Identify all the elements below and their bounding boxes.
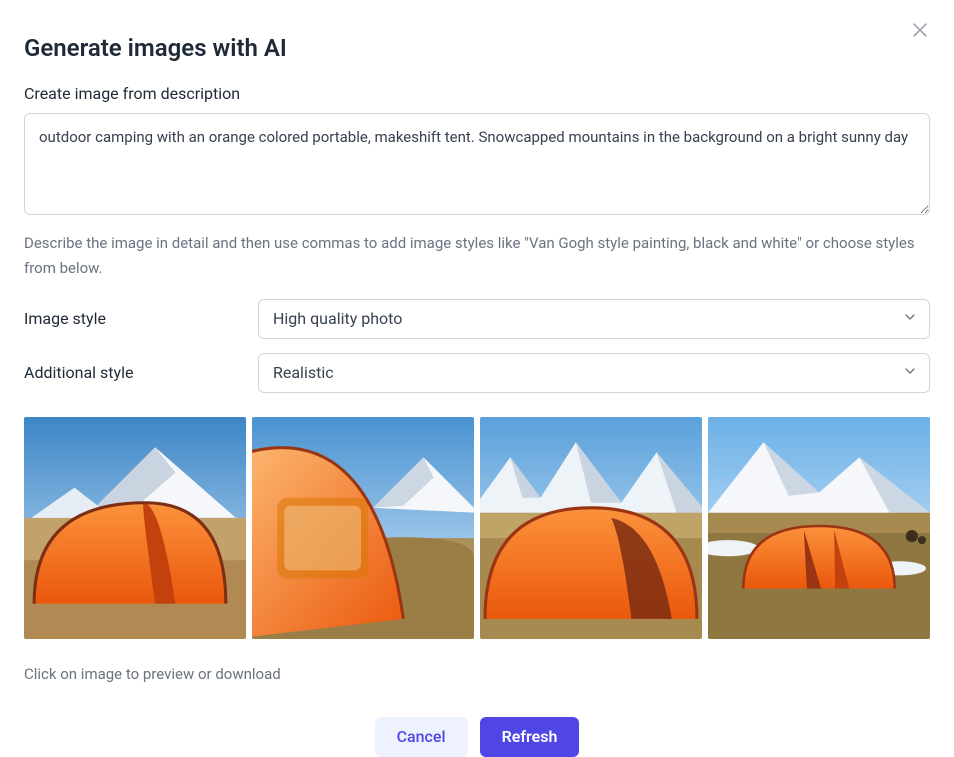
image-style-value: High quality photo xyxy=(273,309,402,328)
refresh-button[interactable]: Refresh xyxy=(480,717,580,757)
additional-style-select[interactable]: Realistic xyxy=(258,353,930,393)
additional-style-label: Additional style xyxy=(24,363,234,382)
image-style-label: Image style xyxy=(24,309,234,328)
generated-image[interactable] xyxy=(708,417,930,639)
dialog-title: Generate images with AI xyxy=(24,34,930,62)
generated-images-row xyxy=(24,417,930,639)
close-button[interactable] xyxy=(906,18,934,46)
image-style-row: Image style High quality photo xyxy=(24,299,930,339)
prompt-textarea[interactable] xyxy=(24,113,930,215)
dialog-footer: Cancel Refresh xyxy=(24,717,930,757)
prompt-helper-text: Describe the image in detail and then us… xyxy=(24,231,930,281)
additional-style-row: Additional style Realistic xyxy=(24,353,930,393)
generated-image[interactable] xyxy=(24,417,246,639)
generated-image[interactable] xyxy=(480,417,702,639)
close-icon xyxy=(910,20,930,44)
cancel-button[interactable]: Cancel xyxy=(375,717,468,757)
images-helper-text: Click on image to preview or download xyxy=(24,665,930,683)
generated-image[interactable] xyxy=(252,417,474,639)
prompt-label: Create image from description xyxy=(24,84,930,103)
ai-image-generator-dialog: Generate images with AI Create image fro… xyxy=(0,0,954,748)
additional-style-value: Realistic xyxy=(273,363,334,382)
image-style-select[interactable]: High quality photo xyxy=(258,299,930,339)
